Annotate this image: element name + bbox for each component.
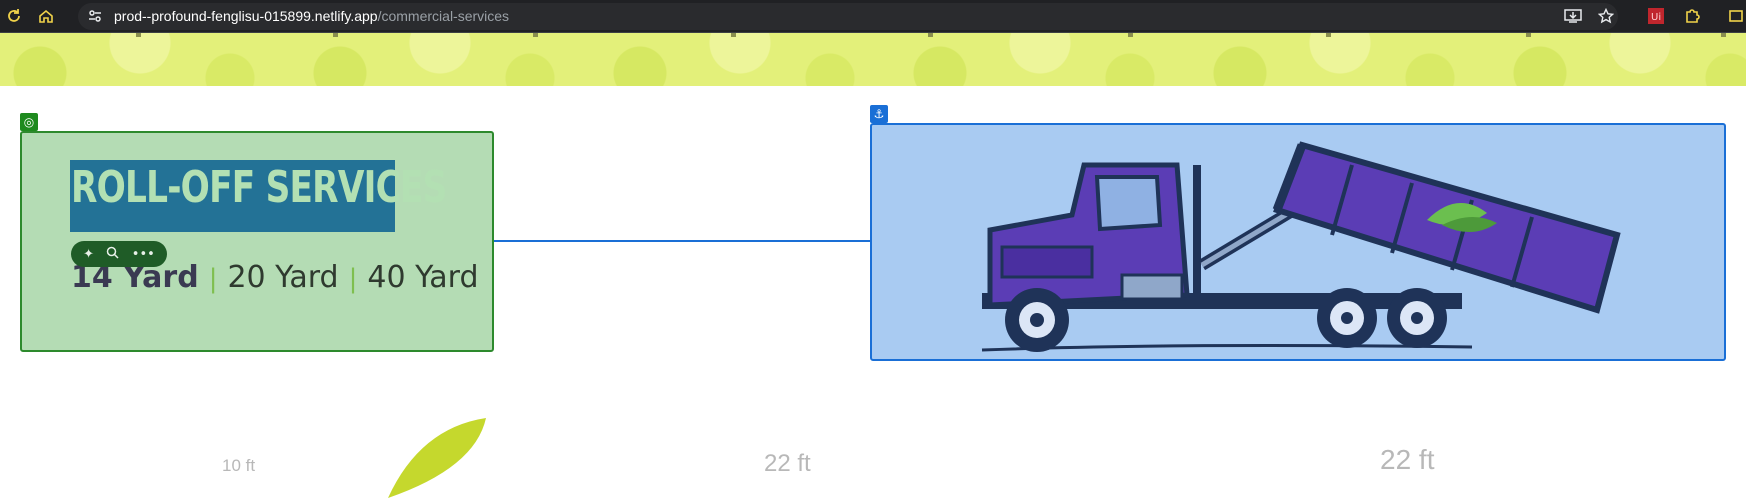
dimension-label-left: 10 ft [222, 456, 256, 475]
selection-connector [494, 240, 871, 242]
anchor-icon[interactable]: ⚓ [870, 105, 888, 123]
truck-illustration [981, 141, 1621, 352]
extensions-puzzle-icon[interactable] [1682, 6, 1702, 26]
profile-icon[interactable] [1726, 6, 1746, 26]
size-option-20[interactable]: 20 Yard [227, 260, 338, 295]
banner-ruler [0, 33, 1746, 37]
bookmark-star-icon[interactable] [1596, 6, 1616, 26]
page-title[interactable]: ROLL-OFF SERVICES [71, 162, 447, 213]
dimension-label-middle: 22 ft [764, 450, 811, 477]
target-icon[interactable]: ◎ [20, 113, 38, 131]
size-option-40[interactable]: 40 Yard [367, 260, 478, 295]
header-banner [0, 33, 1746, 86]
floating-edit-toolbar: ✦ ••• [71, 241, 167, 267]
site-settings-icon[interactable] [86, 7, 104, 25]
size-separator: | [208, 264, 218, 294]
svg-text:Ui: Ui [1651, 12, 1661, 23]
url-path: /commercial-services [377, 8, 510, 24]
url-host: prod--profound-fenglisu-015899.netlify.a… [114, 8, 378, 24]
home-icon[interactable] [36, 6, 56, 26]
truck-image-card[interactable] [870, 123, 1726, 361]
more-icon[interactable]: ••• [132, 247, 155, 262]
install-app-icon[interactable] [1563, 6, 1583, 26]
url-text[interactable]: prod--profound-fenglisu-015899.netlify.a… [114, 8, 509, 24]
reload-icon[interactable] [4, 6, 24, 26]
search-icon[interactable] [106, 246, 119, 263]
size-separator: | [348, 264, 358, 294]
leaf-graphic [388, 418, 486, 498]
extension-ui-icon[interactable]: Ui [1646, 6, 1666, 26]
browser-toolbar: prod--profound-fenglisu-015899.netlify.a… [0, 0, 1746, 33]
dimension-label-right: 22 ft [1380, 444, 1435, 475]
sparkle-icon[interactable]: ✦ [83, 247, 94, 262]
